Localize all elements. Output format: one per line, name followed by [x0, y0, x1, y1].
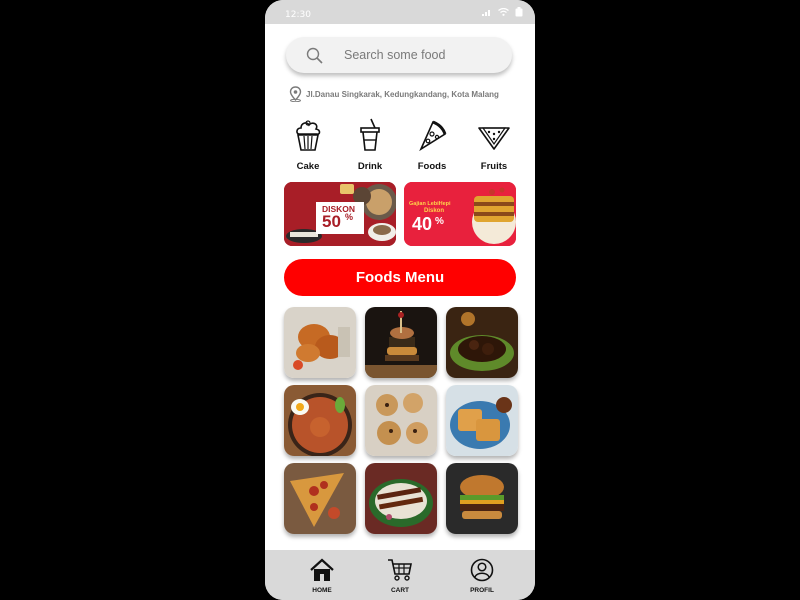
- category-drink[interactable]: Drink: [345, 118, 395, 176]
- category-label: Fruits: [480, 161, 508, 172]
- bottom-nav: HOME CART PROFIL: [265, 550, 535, 600]
- food-tile-satay[interactable]: [365, 463, 437, 534]
- cheeseburger-image: [446, 463, 518, 534]
- battery-icon: [515, 7, 523, 17]
- promo-banner-diskon-40[interactable]: Gajian LebiHepi Diskon 40 %: [404, 182, 516, 246]
- category-label: Cake: [296, 161, 320, 172]
- nav-label: PROFIL: [470, 587, 494, 594]
- banner-unit: %: [435, 216, 444, 227]
- location-row[interactable]: Jl.Danau Singkarak, Kedungkandang, Kota …: [288, 86, 499, 102]
- banner-unit: %: [345, 212, 354, 222]
- fried-noodles-image: [284, 385, 356, 456]
- profile-icon: [470, 558, 494, 582]
- search-icon: [306, 47, 323, 64]
- status-icons: [482, 7, 523, 17]
- food-tile-fried-chicken[interactable]: [284, 307, 356, 378]
- promo-banner-diskon-50[interactable]: DISKON 50 %: [284, 182, 396, 246]
- drink-cup-icon: [360, 118, 380, 151]
- search-input[interactable]: [344, 46, 494, 64]
- search-bar[interactable]: [286, 37, 512, 73]
- category-list: Cake Drink Foods Fruits: [283, 118, 523, 176]
- banner-tagline: Gajian LebiHepi: [409, 201, 451, 207]
- banner-value: 50: [322, 212, 341, 231]
- status-time: 12:30: [285, 10, 311, 20]
- wifi-icon: [498, 8, 509, 16]
- category-cake[interactable]: Cake: [283, 118, 333, 176]
- nav-home[interactable]: HOME: [302, 558, 342, 594]
- home-icon: [310, 558, 334, 581]
- food-tile-waffles[interactable]: [446, 385, 518, 456]
- cookies-image: [365, 385, 437, 456]
- waffles-image: [446, 385, 518, 456]
- food-tile-pizza[interactable]: [284, 463, 356, 534]
- category-label: Foods: [417, 161, 447, 172]
- foods-menu-button[interactable]: Foods Menu: [284, 259, 516, 296]
- category-foods[interactable]: Foods: [407, 118, 457, 176]
- category-label: Drink: [357, 161, 383, 172]
- food-tile-cheeseburger[interactable]: [446, 463, 518, 534]
- nav-label: HOME: [312, 587, 332, 594]
- pizza-image: [284, 463, 356, 534]
- burger-tower-image: [365, 307, 437, 378]
- fried-chicken-image: [284, 307, 356, 378]
- category-fruits[interactable]: Fruits: [469, 118, 519, 176]
- nav-profil[interactable]: PROFIL: [462, 558, 502, 594]
- signal-icon: [482, 10, 490, 16]
- food-tile-fried-noodles[interactable]: [284, 385, 356, 456]
- cupcake-icon: [296, 120, 321, 151]
- pizza-slice-icon: [419, 120, 447, 152]
- beef-rendang-image: [446, 307, 518, 378]
- location-address: Jl.Danau Singkarak, Kedungkandang, Kota …: [306, 89, 499, 99]
- banner-value: 40: [412, 214, 433, 234]
- food-tile-cookies[interactable]: [365, 385, 437, 456]
- status-bar: 12:30: [265, 0, 535, 24]
- food-tile-burger-tower[interactable]: [365, 307, 437, 378]
- phone-screen: 12:30 Jl.Danau Singkarak, Kedungkandang,…: [265, 0, 535, 600]
- satay-image: [365, 463, 437, 534]
- food-tile-beef-rendang[interactable]: [446, 307, 518, 378]
- nav-cart[interactable]: CART: [380, 558, 420, 594]
- cart-icon: [388, 559, 412, 581]
- nav-label: CART: [390, 587, 410, 594]
- watermelon-icon: [478, 127, 510, 150]
- location-pin-icon: [289, 86, 302, 102]
